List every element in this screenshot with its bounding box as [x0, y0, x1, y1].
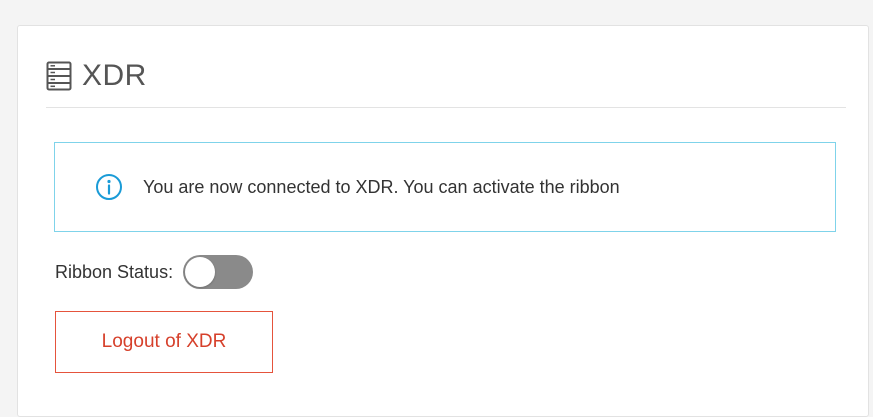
- info-icon: [95, 173, 123, 201]
- header-divider: [46, 107, 846, 108]
- xdr-panel: XDR You are now connected to XDR. You ca…: [17, 25, 869, 417]
- info-message: You are now connected to XDR. You can ac…: [143, 176, 620, 197]
- ribbon-status-toggle[interactable]: [183, 255, 254, 289]
- toggle-knob: [185, 257, 216, 287]
- server-icon: [46, 60, 74, 92]
- logout-button[interactable]: Logout of XDR: [55, 311, 273, 373]
- ribbon-status-label: Ribbon Status:: [55, 261, 174, 282]
- ribbon-status-row: Ribbon Status:: [55, 254, 254, 290]
- panel-header: XDR: [46, 46, 147, 106]
- info-alert: You are now connected to XDR. You can ac…: [54, 142, 836, 232]
- panel-title: XDR: [82, 59, 147, 92]
